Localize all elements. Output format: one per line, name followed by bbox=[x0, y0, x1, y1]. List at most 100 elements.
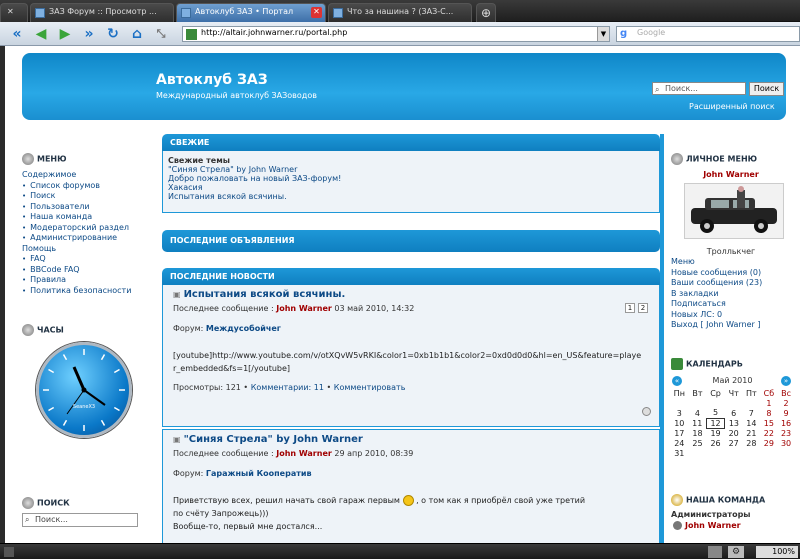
calendar-day[interactable]: 21 bbox=[743, 428, 761, 438]
fresh-topic-link[interactable]: "Синяя Стрела" by John Warner bbox=[168, 165, 654, 174]
calendar-day[interactable]: 15 bbox=[760, 418, 777, 428]
personal-menu-item[interactable]: Новых ЛС: 0 bbox=[671, 310, 762, 321]
fresh-topic-link[interactable]: Добро пожаловать на новый ЗАЗ-форум! bbox=[168, 174, 654, 183]
site-title[interactable]: Автоклуб ЗАЗ bbox=[156, 72, 268, 88]
menu-item[interactable]: Поиск bbox=[22, 191, 131, 202]
menu-item[interactable]: Правила bbox=[22, 275, 131, 286]
chevron-down-icon[interactable]: ▼ bbox=[597, 27, 609, 41]
forum-link[interactable]: Междусобойчег bbox=[206, 324, 281, 333]
calendar-day[interactable]: 12 bbox=[705, 417, 726, 429]
fast-forward-icon[interactable]: » bbox=[80, 25, 98, 43]
menu-item[interactable]: Наша команда bbox=[22, 212, 131, 223]
menu-item[interactable]: Администрирование bbox=[22, 233, 131, 244]
gear-icon[interactable]: ⚙ bbox=[728, 546, 744, 558]
search-button[interactable]: Поиск bbox=[749, 82, 784, 96]
comments-link[interactable]: Комментарии: 11 bbox=[251, 383, 324, 392]
menu-item[interactable]: Модераторский раздел bbox=[22, 223, 131, 234]
tab-what-car[interactable]: Что за нашина ? (ЗАЗ-С... bbox=[328, 3, 472, 22]
page-link[interactable]: 1 bbox=[625, 303, 635, 313]
personal-menu-item[interactable]: Выход [ John Warner ] bbox=[671, 320, 762, 331]
page-link[interactable]: 2 bbox=[638, 303, 648, 313]
tab-portal[interactable]: Автоклуб ЗАЗ • Портал ✕ bbox=[176, 3, 326, 22]
new-tab-button[interactable]: ⊕ bbox=[476, 3, 496, 22]
calendar-day[interactable]: 29 bbox=[760, 438, 777, 448]
next-month-icon[interactable]: » bbox=[781, 376, 791, 386]
advanced-search-link[interactable]: Расширенный поиск bbox=[689, 102, 775, 111]
calendar-day[interactable]: 26 bbox=[706, 438, 725, 448]
calendar-day[interactable]: 13 bbox=[725, 418, 743, 428]
menu-item[interactable]: Политика безопасности bbox=[22, 286, 131, 297]
calendar-day[interactable]: 19 bbox=[706, 428, 725, 438]
forward-arrow-icon[interactable]: ▶ bbox=[56, 25, 74, 43]
calendar-day[interactable]: 5 bbox=[706, 408, 725, 418]
post-author-link[interactable]: John Warner bbox=[276, 449, 332, 458]
personal-menu-item[interactable]: Ваши сообщения (23) bbox=[671, 278, 762, 289]
username[interactable]: John Warner bbox=[671, 170, 791, 179]
fresh-topic-link[interactable]: Хакасия bbox=[168, 183, 654, 192]
site-favicon-icon bbox=[186, 29, 197, 40]
scroll-top-icon[interactable] bbox=[642, 407, 651, 416]
calendar-day[interactable]: 10 bbox=[670, 418, 689, 428]
zoom-level[interactable]: 100% bbox=[756, 546, 798, 558]
sidebar-search-input[interactable]: ⌕ Поиск... bbox=[22, 513, 138, 527]
menu-item[interactable]: Содержимое bbox=[22, 170, 131, 181]
calendar-day[interactable]: 16 bbox=[778, 418, 795, 428]
calendar-day[interactable]: 28 bbox=[743, 438, 761, 448]
calendar-day[interactable]: 2 bbox=[778, 398, 795, 408]
personal-menu-item[interactable]: Подписаться bbox=[671, 299, 762, 310]
team-member[interactable]: John Warner bbox=[673, 521, 741, 530]
calendar-day[interactable]: 1 bbox=[760, 398, 777, 408]
tab-zaz-forum[interactable]: ЗАЗ Форум :: Просмотр ... bbox=[30, 3, 174, 22]
address-bar[interactable]: http://altair.johnwarner.ru/portal.php ▼ bbox=[182, 26, 610, 42]
tools-menu-button[interactable]: ✕ bbox=[0, 3, 28, 22]
menu-item[interactable]: BBCode FAQ bbox=[22, 265, 131, 276]
reload-icon[interactable]: ↻ bbox=[104, 25, 122, 43]
rewind-icon[interactable]: « bbox=[8, 25, 26, 43]
menu-item[interactable]: Пользователи bbox=[22, 202, 131, 213]
back-arrow-icon[interactable]: ◀ bbox=[32, 25, 50, 43]
calendar-day[interactable]: 22 bbox=[760, 428, 777, 438]
calendar-day[interactable]: 3 bbox=[670, 408, 689, 418]
calendar-day[interactable]: 14 bbox=[743, 418, 761, 428]
home-icon[interactable]: ⌂ bbox=[128, 25, 146, 43]
menu-item[interactable]: Помощь bbox=[22, 244, 131, 255]
calendar-day[interactable]: 11 bbox=[689, 418, 707, 428]
post-title-link[interactable]: Испытания всякой всячины. bbox=[173, 289, 649, 300]
personal-menu-item[interactable]: Новые сообщения (0) bbox=[671, 268, 762, 279]
calendar-day[interactable]: 8 bbox=[760, 408, 777, 418]
menu-item[interactable]: FAQ bbox=[22, 254, 131, 265]
menu-item[interactable]: Список форумов bbox=[22, 181, 131, 192]
calendar-day[interactable]: 17 bbox=[670, 428, 689, 438]
calendar-day[interactable]: 23 bbox=[778, 428, 795, 438]
calendar-day[interactable]: 30 bbox=[778, 438, 795, 448]
personal-menu-item[interactable]: Меню bbox=[671, 257, 762, 268]
calendar-day bbox=[743, 448, 761, 458]
page-info-icon[interactable] bbox=[708, 546, 722, 558]
comment-link[interactable]: Комментировать bbox=[334, 383, 406, 392]
personal-menu-item[interactable]: В закладки bbox=[671, 289, 762, 300]
prev-month-icon[interactable]: « bbox=[672, 376, 682, 386]
ads-heading: ПОСЛЕДНИЕ ОБЪЯВЛЕНИЯ bbox=[162, 230, 660, 252]
calendar-day[interactable]: 7 bbox=[743, 408, 761, 418]
calendar-day[interactable]: 4 bbox=[689, 408, 707, 418]
panel-toggle-icon[interactable] bbox=[4, 547, 14, 557]
close-tab-icon[interactable]: ✕ bbox=[311, 7, 322, 18]
search-engine-field[interactable]: g Google bbox=[616, 26, 800, 42]
forum-link[interactable]: Гаражный Кооператив bbox=[206, 469, 312, 478]
calendar-day[interactable]: 25 bbox=[689, 438, 707, 448]
resize-icon[interactable]: ⤡ bbox=[152, 25, 170, 43]
calendar-day[interactable]: 24 bbox=[670, 438, 689, 448]
post-title-link[interactable]: "Синяя Стрела" by John Warner bbox=[173, 434, 649, 445]
post-author-link[interactable]: John Warner bbox=[276, 304, 332, 313]
menu-heading: МЕНЮ bbox=[22, 153, 67, 165]
calendar-day[interactable]: 18 bbox=[689, 428, 707, 438]
calendar-day[interactable]: 6 bbox=[725, 408, 743, 418]
weekday-label: Чт bbox=[728, 388, 739, 398]
gear-icon bbox=[671, 153, 683, 165]
calendar-day[interactable]: 20 bbox=[725, 428, 743, 438]
header-search-input[interactable]: ⌕ Поиск... bbox=[652, 82, 746, 95]
fresh-topic-link[interactable]: Испытания всякой всячины. bbox=[168, 192, 654, 201]
calendar-day[interactable]: 31 bbox=[670, 448, 689, 458]
calendar-day[interactable]: 27 bbox=[725, 438, 743, 448]
calendar-day[interactable]: 9 bbox=[778, 408, 795, 418]
